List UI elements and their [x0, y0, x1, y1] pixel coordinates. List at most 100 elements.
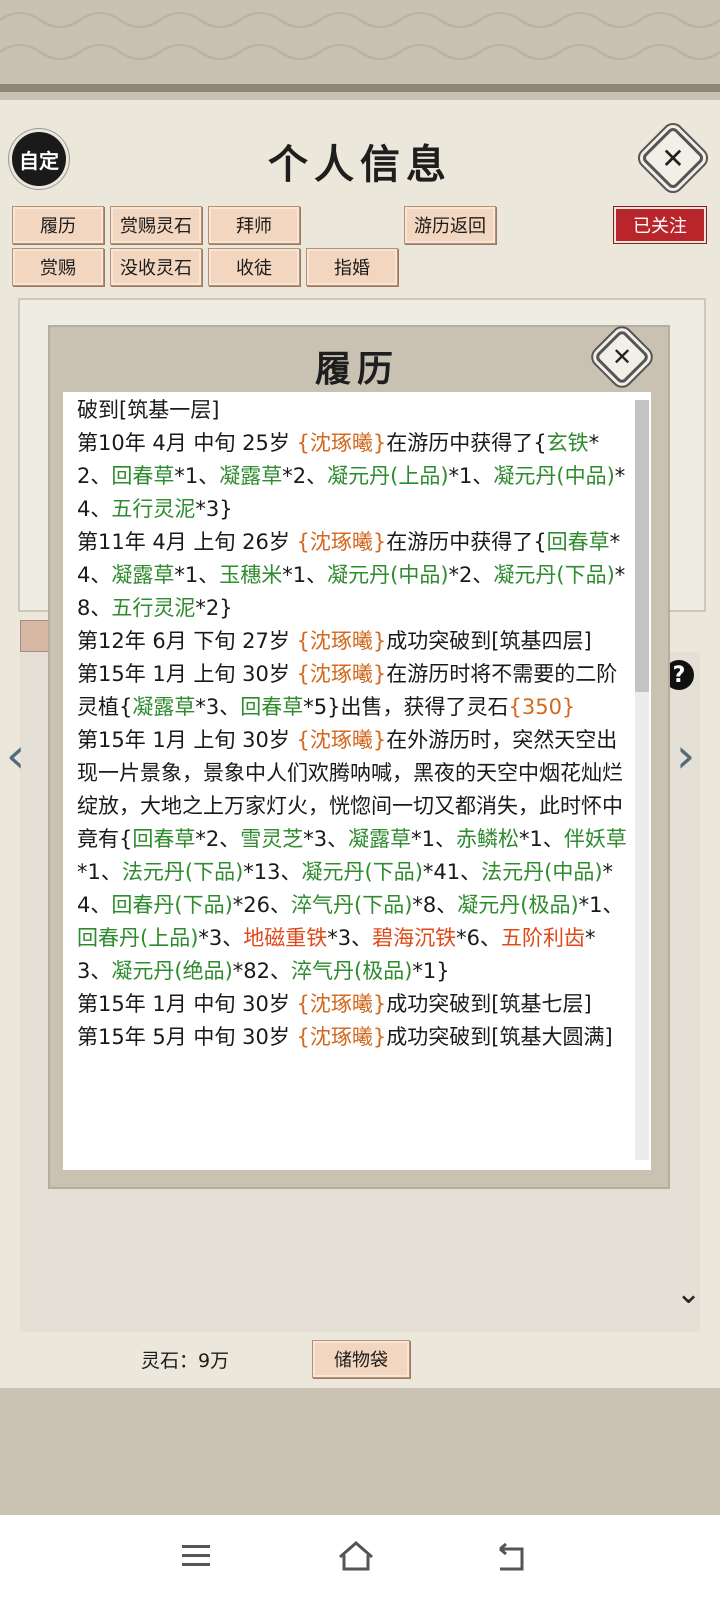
- item-name: 法元丹(中品): [481, 860, 603, 884]
- log-entry: 第11年 4月 上旬 26岁 {沈琢曦}在游历中获得了{回春草*4、凝露草*1、…: [77, 526, 629, 625]
- item-name: 凝元丹(中品): [493, 464, 615, 488]
- item-name: 回春草: [132, 827, 196, 851]
- storage-bag-button[interactable]: 储物袋: [312, 1340, 410, 1378]
- disciple-name: {沈琢曦}: [296, 728, 387, 752]
- item-name: 凝元丹(中品): [327, 563, 449, 587]
- log-entry: 第12年 6月 下旬 27岁 {沈琢曦}成功突破到[筑基四层]: [77, 625, 629, 658]
- log-text: *41、: [422, 860, 482, 884]
- log-text: *2、: [282, 464, 328, 488]
- log-text: 第15年 1月 上旬 30岁: [77, 662, 297, 686]
- log-text: *1、: [174, 563, 220, 587]
- item-name: 凝露草: [132, 695, 196, 719]
- log-entry: 第10年 4月 中旬 25岁 {沈琢曦}在游历中获得了{玄铁*2、回春草*1、凝…: [77, 427, 629, 526]
- log-text: 第10年 4月 中旬 25岁: [77, 431, 297, 455]
- prev-arrow-icon[interactable]: ‹: [6, 728, 25, 784]
- log-entry: 第15年 1月 中旬 30岁 {沈琢曦}成功突破到[筑基七层]: [77, 988, 629, 1021]
- tab-travel-return[interactable]: 游历返回: [404, 206, 496, 244]
- tab-confiscate-stone[interactable]: 没收灵石: [110, 248, 202, 286]
- log-text: 第15年 5月 中旬 30岁: [77, 1025, 297, 1049]
- home-icon[interactable]: [336, 1539, 376, 1573]
- menu-icon[interactable]: [180, 1543, 212, 1569]
- item-name: 玉穗米: [219, 563, 283, 587]
- disciple-name: {沈琢曦}: [296, 530, 387, 554]
- item-name: 凝元丹(下品): [493, 563, 615, 587]
- log-text: *1、: [174, 464, 220, 488]
- log-entry: 第15年 1月 上旬 30岁 {沈琢曦}在游历时将不需要的二阶灵植{凝露草*3、…: [77, 658, 629, 724]
- disciple-name: {沈琢曦}: [296, 992, 387, 1016]
- item-name: 伴妖草: [563, 827, 627, 851]
- spirit-stone-count: 灵石：9万: [141, 1350, 230, 1372]
- disciple-name: {沈琢曦}: [296, 431, 387, 455]
- followed-badge[interactable]: 已关注: [616, 209, 704, 241]
- item-name: 凝元丹(下品): [301, 860, 423, 884]
- item-name: 回春丹(上品): [77, 926, 199, 950]
- top-decoration: [0, 0, 720, 100]
- log-entry: 第15年 1月 上旬 30岁 {沈琢曦}在外游历时，突然天空出现一片景象，景象中…: [77, 724, 629, 988]
- system-nav-bar: [0, 1515, 720, 1600]
- log-text: *3、: [198, 926, 244, 950]
- disciple-name: {沈琢曦}: [296, 662, 387, 686]
- log-text: *1、: [411, 827, 456, 851]
- item-name: 凝元丹(绝品): [111, 959, 233, 983]
- item-name: 地磁重铁: [243, 926, 328, 950]
- log-text: *6、: [456, 926, 502, 950]
- item-name: 回春丹(下品): [111, 893, 233, 917]
- log-text: *13、: [243, 860, 302, 884]
- resume-log-panel[interactable]: 破到[筑基一层] 第10年 4月 中旬 25岁 {沈琢曦}在游历中获得了{玄铁*2…: [63, 392, 651, 1170]
- cloud-pattern: [0, 12, 720, 92]
- item-name: 淬气丹(极品): [291, 959, 413, 983]
- log-text: *2、: [195, 827, 241, 851]
- log-text: 第11年 4月 上旬 26岁: [77, 530, 297, 554]
- item-name: 碧海沉铁: [372, 926, 457, 950]
- item-name: 回春草: [111, 464, 175, 488]
- log-text: 第15年 1月 上旬 30岁: [77, 728, 297, 752]
- log-text: *82、: [232, 959, 291, 983]
- log-text: *3、: [303, 827, 349, 851]
- tab-reward-stone[interactable]: 赏赐灵石: [110, 206, 202, 244]
- item-name: 雪灵芝: [240, 827, 304, 851]
- item-name: 玄铁: [546, 431, 589, 455]
- log-entry: 第15年 5月 中旬 30岁 {沈琢曦}成功突破到[筑基大圆满]: [77, 1021, 629, 1054]
- chevron-down-icon[interactable]: ⌄: [676, 1276, 701, 1311]
- item-name: 凝露草: [111, 563, 175, 587]
- log-text: *1、: [448, 464, 494, 488]
- disciple-name: {沈琢曦}: [296, 1025, 387, 1049]
- disciple-name: {350}: [508, 695, 576, 719]
- item-name: 凝元丹(极品): [457, 893, 579, 917]
- log-text: *8、: [412, 893, 458, 917]
- close-icon: ✕: [611, 343, 633, 371]
- item-name: 赤鳞松: [456, 827, 519, 851]
- log-text: 成功突破到[筑基四层]: [386, 629, 592, 653]
- resume-log: 破到[筑基一层] 第10年 4月 中旬 25岁 {沈琢曦}在游历中获得了{玄铁*2…: [77, 394, 629, 1054]
- item-name: 凝露草: [219, 464, 283, 488]
- item-name: 回春草: [240, 695, 304, 719]
- log-text: *3}: [195, 497, 233, 521]
- item-name: 五行灵泥: [111, 596, 196, 620]
- tab-apprentice[interactable]: 拜师: [208, 206, 300, 244]
- next-arrow-icon[interactable]: ›: [676, 728, 695, 784]
- log-text: *3、: [195, 695, 241, 719]
- tab-resume[interactable]: 履历: [12, 206, 104, 244]
- item-name: 五阶利齿: [501, 926, 586, 950]
- log-text: *26、: [232, 893, 291, 917]
- log-text: 第12年 6月 下旬 27岁: [77, 629, 297, 653]
- tab-reward[interactable]: 赏赐: [12, 248, 104, 286]
- item-name: 五行灵泥: [111, 497, 196, 521]
- back-icon[interactable]: [494, 1541, 528, 1573]
- scrollbar-thumb[interactable]: [635, 400, 649, 692]
- bottom-decoration: [0, 1388, 720, 1515]
- item-name: 回春草: [546, 530, 610, 554]
- tab-take-disciple[interactable]: 收徒: [208, 248, 300, 286]
- item-name: 淬气丹(下品): [291, 893, 413, 917]
- log-text: *1、: [519, 827, 564, 851]
- item-name: 凝元丹(上品): [327, 464, 449, 488]
- log-entry: 破到[筑基一层]: [77, 394, 629, 427]
- log-text: 破到[筑基一层]: [77, 398, 220, 422]
- log-text: *1、: [578, 893, 624, 917]
- tab-arrange-marriage[interactable]: 指婚: [306, 248, 398, 286]
- log-text: 成功突破到[筑基大圆满]: [386, 1025, 613, 1049]
- log-text: 在游历中获得了{: [386, 431, 547, 455]
- close-icon: ✕: [661, 141, 685, 175]
- log-text: *2}: [195, 596, 233, 620]
- item-name: 法元丹(下品): [121, 860, 244, 884]
